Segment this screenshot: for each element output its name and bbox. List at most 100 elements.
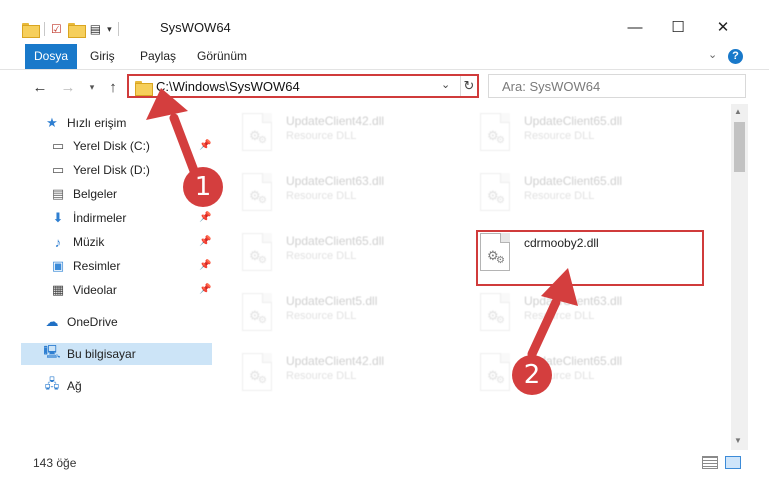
pin-icon[interactable]: 📌: [199, 140, 211, 151]
gear-icon: ⚙: [258, 195, 267, 206]
dll-file-icon: ⚙ ⚙: [242, 293, 272, 331]
dll-file-icon: ⚙ ⚙: [242, 353, 272, 391]
file-name: UpdateClient42.dll: [286, 114, 385, 128]
gear-icon: ⚙: [258, 315, 267, 326]
tab-gorunum[interactable]: Görünüm: [188, 44, 256, 69]
back-arrow-icon[interactable]: ←: [30, 76, 50, 98]
dll-file-icon: ⚙ ⚙: [242, 113, 272, 151]
new-folder-icon[interactable]: [67, 22, 86, 38]
gear-icon: ⚙: [496, 375, 505, 386]
address-path[interactable]: C:\Windows\SysWOW64: [156, 79, 300, 94]
recent-locations-icon[interactable]: ▾: [86, 76, 98, 98]
folder-icon[interactable]: [22, 22, 40, 38]
sidebar-item-label: Ağ: [67, 379, 82, 393]
file-type: Resource DLL: [524, 130, 595, 142]
dll-file-icon: ⚙ ⚙: [480, 353, 510, 391]
dll-file-icon: ⚙ ⚙: [480, 293, 510, 331]
sidebar-item-label: OneDrive: [67, 315, 118, 329]
sidebar-item-this-pc[interactable]: 🖳 Bu bilgisayar: [21, 343, 212, 365]
list-item[interactable]: ⚙ ⚙ UpdateClient65.dll Resource DLL: [454, 164, 684, 218]
forward-arrow-icon[interactable]: →: [58, 76, 78, 98]
close-button[interactable]: ✕: [708, 14, 738, 40]
toolbar-separator: [44, 22, 45, 36]
sidebar-item-label: Yerel Disk (D:): [73, 163, 150, 177]
list-item[interactable]: ⚙ ⚙ UpdateClient42.dll Resource DLL: [216, 104, 446, 158]
up-arrow-icon[interactable]: ↑: [103, 76, 123, 98]
sidebar-item-music[interactable]: ♪ Müzik: [50, 231, 105, 253]
sidebar-item-documents[interactable]: ▤ Belgeler: [50, 183, 117, 205]
tab-dosya[interactable]: Dosya: [25, 44, 78, 69]
music-icon: ♪: [54, 234, 62, 250]
file-type: Resource DLL: [524, 310, 595, 322]
computer-icon: 🖳: [43, 344, 61, 359]
sidebar-item-label: Yerel Disk (C:): [73, 139, 150, 153]
tiles-view-icon[interactable]: [725, 456, 741, 469]
help-button[interactable]: ?: [728, 49, 743, 64]
quick-access-toolbar: ☑ ▤ ▾: [22, 20, 119, 38]
sidebar-item-network[interactable]: 🖧 Ağ: [44, 375, 82, 397]
tab-paylas[interactable]: Paylaş: [131, 44, 185, 69]
file-name: UpdateClient63.dll: [286, 174, 385, 188]
window-bottom: [0, 474, 769, 503]
sidebar-item-label: Hızlı erişim: [67, 116, 127, 130]
sidebar-item-label: İndirmeler: [73, 211, 127, 225]
dll-file-icon: ⚙ ⚙: [480, 113, 510, 151]
scroll-up-icon[interactable]: ▲: [734, 107, 742, 116]
sidebar-item-downloads[interactable]: ⬇ İndirmeler: [50, 207, 127, 229]
file-name: UpdateClient65.dll: [286, 234, 385, 248]
videos-icon: ▦: [51, 282, 65, 297]
tab-giris[interactable]: Giriş: [81, 44, 124, 69]
pin-icon[interactable]: 📌: [199, 212, 211, 223]
ribbon-divider: [0, 69, 769, 70]
sidebar-item-quick-access[interactable]: ★ Hızlı erişim: [44, 112, 126, 134]
list-item[interactable]: ⚙ ⚙ UpdateClient5.dll Resource DLL: [216, 284, 446, 338]
scrollbar-thumb[interactable]: [734, 122, 745, 172]
maximize-button[interactable]: ☐: [663, 14, 693, 40]
star-icon: ★: [46, 115, 58, 130]
sidebar-item-onedrive[interactable]: ☁ OneDrive: [44, 311, 118, 333]
list-item[interactable]: ⚙ ⚙ UpdateClient65.dll Resource DLL: [454, 104, 684, 158]
file-name: UpdateClient65.dll: [524, 114, 623, 128]
list-item[interactable]: ⚙ ⚙ UpdateClient65.dll Resource DLL: [216, 224, 446, 278]
list-item[interactable]: ⚙ ⚙ UpdateClient63.dll Resource DLL: [216, 164, 446, 218]
list-item[interactable]: ⚙ ⚙ UpdateClient65.dll Resource DLL: [454, 344, 684, 398]
pin-icon[interactable]: 📌: [199, 236, 211, 247]
address-bar[interactable]: C:\Windows\SysWOW64 ⌄ ↻: [127, 74, 479, 98]
sidebar-item-pictures[interactable]: ▣ Resimler: [50, 255, 121, 277]
list-item[interactable]: ⚙ ⚙ UpdateClient63.dll Resource DLL: [454, 284, 684, 338]
expand-ribbon-icon[interactable]: ⌄: [708, 48, 717, 61]
file-type: Resource DLL: [286, 370, 357, 382]
sidebar-item-videos[interactable]: ▦ Videolar: [50, 279, 117, 301]
search-input[interactable]: Ara: SysWOW64: [488, 74, 746, 98]
ribbon-tabs: Dosya Giriş Paylaş Görünüm: [0, 44, 769, 69]
refresh-icon[interactable]: ↻: [460, 76, 477, 96]
list-item[interactable]: ⚙ ⚙ UpdateClient42.dll Resource DLL: [216, 344, 446, 398]
scroll-down-icon[interactable]: ▼: [734, 436, 742, 445]
sidebar-item-local-disk-c[interactable]: ▭ Yerel Disk (C:): [50, 135, 150, 157]
sidebar-item-local-disk-d[interactable]: ▭ Yerel Disk (D:): [50, 159, 150, 181]
minimize-button[interactable]: —: [620, 14, 650, 40]
file-name: UpdateClient42.dll: [286, 354, 385, 368]
sidebar-item-label: Resimler: [73, 259, 121, 273]
drive-icon: ▭: [51, 162, 65, 177]
download-icon: ⬇: [52, 210, 64, 225]
details-view-icon[interactable]: [702, 456, 718, 469]
pin-icon[interactable]: 📌: [199, 260, 211, 271]
step-badge-1: 1: [183, 167, 223, 207]
gear-icon: ⚙: [496, 135, 505, 146]
properties-icon[interactable]: ☑: [51, 23, 62, 35]
navigation-pane: ★ Hızlı erişim ▭ Yerel Disk (C:) 📌 ▭ Yer…: [0, 104, 214, 444]
window-title: SysWOW64: [160, 20, 231, 35]
pin-icon[interactable]: 📌: [199, 284, 211, 295]
customize-toolbar-icon[interactable]: ▾: [107, 24, 112, 34]
item-count: 143 öğe: [33, 456, 77, 470]
highlight-box: [476, 230, 704, 286]
network-icon: 🖧: [44, 376, 60, 391]
view-options-icon[interactable]: ▤: [90, 23, 101, 35]
gear-icon: ⚙: [496, 315, 505, 326]
folder-icon: [135, 81, 153, 96]
dll-file-icon: ⚙ ⚙: [480, 173, 510, 211]
file-type: Resource DLL: [286, 130, 357, 142]
chevron-down-icon[interactable]: ⌄: [441, 78, 450, 91]
vertical-scrollbar[interactable]: ▲ ▼: [731, 104, 748, 450]
